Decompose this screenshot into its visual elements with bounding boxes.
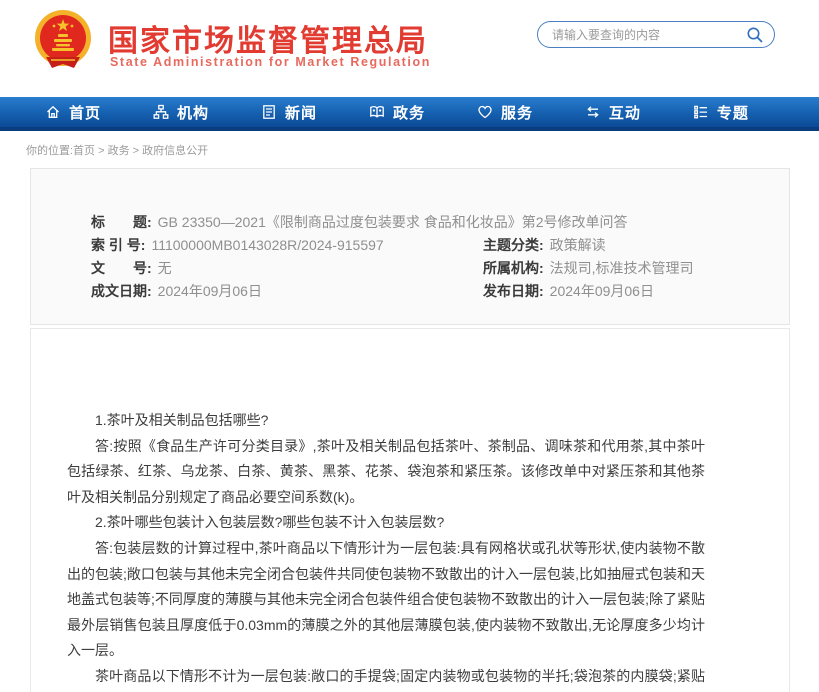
- nav-item-gov[interactable]: 政务: [369, 102, 425, 123]
- search-input[interactable]: [552, 28, 746, 42]
- meta-title-label: 标 题:: [91, 215, 152, 229]
- main-content: 标 题: GB 23350—2021《限制商品过度包装要求 食品和化妆品》第2号…: [30, 168, 790, 692]
- meta-index-value: 11100000MB0143028R/2024-915597: [151, 238, 383, 252]
- news-icon: [261, 104, 277, 120]
- interact-arrows-icon: [585, 104, 601, 120]
- nav-item-topics[interactable]: 专题: [693, 102, 749, 123]
- meta-docno-label: 文 号:: [91, 261, 152, 275]
- site-search: [537, 21, 775, 48]
- meta-publish-date-value: 2024年09月06日: [550, 284, 654, 298]
- org-title-en: State Administration for Market Regulati…: [110, 55, 431, 69]
- nav-item-service[interactable]: 服务: [477, 102, 533, 123]
- meta-agency-value: 法规司,标准技术管理司: [550, 261, 694, 275]
- nav-label: 政务: [393, 102, 425, 123]
- site-header: 国家市场监督管理总局 State Administration for Mark…: [0, 0, 819, 97]
- meta-title-value: GB 23350—2021《限制商品过度包装要求 食品和化妆品》第2号修改单问答: [158, 215, 628, 229]
- document-meta-box: 标 题: GB 23350—2021《限制商品过度包装要求 食品和化妆品》第2号…: [30, 168, 790, 325]
- breadcrumb[interactable]: 你的位置:首页 > 政务 > 政府信息公开: [0, 131, 819, 168]
- nav-label: 服务: [501, 102, 533, 123]
- nav-label: 机构: [177, 102, 209, 123]
- article-body: 1.茶叶及相关制品包括哪些? 答:按照《食品生产许可分类目录》,茶叶及相关制品包…: [30, 328, 790, 692]
- home-icon: [45, 104, 61, 120]
- nav-label: 互动: [609, 102, 641, 123]
- meta-agency-label: 所属机构:: [483, 261, 544, 275]
- org-chart-icon: [153, 104, 169, 120]
- meta-row-title: 标 题: GB 23350—2021《限制商品过度包装要求 食品和化妆品》第2号…: [91, 215, 769, 229]
- nav-item-news[interactable]: 新闻: [261, 102, 317, 123]
- meta-row-index: 索 引 号: 11100000MB0143028R/2024-915597 主题…: [91, 238, 769, 252]
- nav-label: 专题: [717, 102, 749, 123]
- nav-label: 新闻: [285, 102, 317, 123]
- meta-row-docno: 文 号: 无 所属机构: 法规司,标准技术管理司: [91, 261, 769, 275]
- topics-list-icon: [693, 104, 709, 120]
- article-paragraph: 2.茶叶哪些包装计入包装层数?哪些包装不计入包装层数?: [67, 510, 705, 536]
- meta-publish-date-label: 发布日期:: [483, 284, 544, 298]
- meta-written-date-value: 2024年09月06日: [158, 284, 262, 298]
- nav-item-home[interactable]: 首页: [45, 102, 101, 123]
- meta-written-date-label: 成文日期:: [91, 284, 152, 298]
- article-paragraph: 答:按照《食品生产许可分类目录》,茶叶及相关制品包括茶叶、茶制品、调味茶和代用茶…: [67, 434, 705, 511]
- article-paragraph: 茶叶商品以下情形不计为一层包装:敞口的手提袋;固定内装物或包装物的半托;袋泡茶的…: [67, 664, 705, 692]
- national-emblem-logo: [31, 8, 95, 74]
- org-title-cn: 国家市场监督管理总局: [108, 16, 428, 60]
- main-nav: 首页 机构 新闻 政务 服务: [0, 97, 819, 131]
- meta-category-label: 主题分类:: [483, 238, 544, 252]
- nav-label: 首页: [69, 102, 101, 123]
- meta-docno-value: 无: [158, 261, 172, 275]
- meta-index-label: 索 引 号:: [91, 238, 145, 252]
- nav-item-interact[interactable]: 互动: [585, 102, 641, 123]
- meta-category-value: 政策解读: [550, 238, 606, 252]
- search-icon[interactable]: [746, 26, 764, 44]
- article-paragraph: 答:包装层数的计算过程中,茶叶商品以下情形计为一层包装:具有网格状或孔状等形状,…: [67, 536, 705, 664]
- gov-affairs-icon: [369, 104, 385, 120]
- article-paragraph: 1.茶叶及相关制品包括哪些?: [67, 408, 705, 434]
- meta-row-dates: 成文日期: 2024年09月06日 发布日期: 2024年09月06日: [91, 284, 769, 298]
- nav-item-org[interactable]: 机构: [153, 102, 209, 123]
- service-heart-icon: [477, 104, 493, 120]
